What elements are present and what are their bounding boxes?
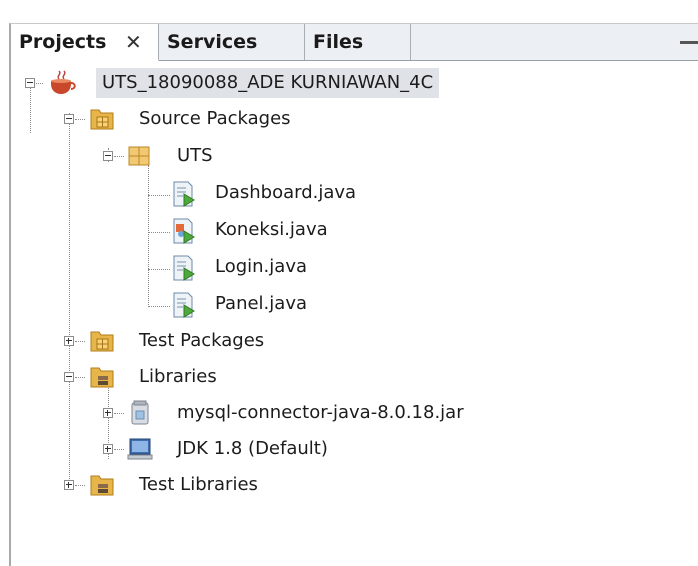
tab-services-label: Services xyxy=(167,31,258,53)
project-name: UTS_18090088_ADE KURNIAWAN_4C xyxy=(96,68,440,98)
test-packages-label: Test Packages xyxy=(139,330,265,351)
tree-row-libraries[interactable]: Libraries xyxy=(11,362,698,392)
jar-icon xyxy=(131,400,149,425)
tree-line xyxy=(75,119,85,120)
expand-toggle[interactable] xyxy=(64,480,74,490)
jdk-icon xyxy=(127,438,153,460)
file-name: Dashboard.java xyxy=(215,182,357,203)
tree-row-file[interactable]: Koneksi.java xyxy=(11,215,698,245)
tab-services[interactable]: Services xyxy=(159,24,305,60)
package-folder-icon xyxy=(90,109,114,130)
java-file-icon xyxy=(173,255,195,281)
library-name: JDK 1.8 (Default) xyxy=(177,438,328,459)
file-name: Login.java xyxy=(215,256,307,277)
tree-row-package-uts[interactable]: UTS xyxy=(11,141,698,171)
tree-row-test-libraries[interactable]: Test Libraries xyxy=(11,470,698,500)
java-file-icon xyxy=(173,181,195,207)
tree-line xyxy=(75,377,85,378)
tree-line xyxy=(114,156,124,157)
java-file-icon xyxy=(173,292,195,318)
expand-toggle[interactable] xyxy=(64,336,74,346)
coffee-cup-icon xyxy=(51,70,76,94)
tree-line xyxy=(75,341,85,342)
tree-line xyxy=(36,83,43,84)
file-name: Panel.java xyxy=(215,293,307,314)
collapse-toggle[interactable] xyxy=(64,114,74,124)
tree-row-library[interactable]: JDK 1.8 (Default) xyxy=(11,434,698,464)
collapse-toggle[interactable] xyxy=(103,151,113,161)
package-folder-icon xyxy=(90,331,114,352)
tab-bar: Projects ✕ Services Files xyxy=(11,24,698,61)
tab-projects-label: Projects xyxy=(19,31,107,53)
tree-row-project[interactable]: UTS_18090088_ADE KURNIAWAN_4C xyxy=(11,68,698,98)
close-icon[interactable]: ✕ xyxy=(125,24,142,60)
tab-files[interactable]: Files xyxy=(305,24,411,60)
library-name: mysql-connector-java-8.0.18.jar xyxy=(177,402,464,423)
project-tree[interactable]: UTS_18090088_ADE KURNIAWAN_4C Source Pac… xyxy=(11,60,698,565)
tree-row-test-packages[interactable]: Test Packages xyxy=(11,326,698,356)
tab-projects[interactable]: Projects ✕ xyxy=(11,24,159,61)
file-name: Koneksi.java xyxy=(215,219,328,240)
collapse-toggle[interactable] xyxy=(25,78,35,88)
expand-toggle[interactable] xyxy=(103,444,113,454)
tree-line xyxy=(114,413,124,414)
tree-row-source-packages[interactable]: Source Packages xyxy=(11,104,698,134)
java-file-icon xyxy=(173,218,195,244)
tree-line xyxy=(75,485,85,486)
package-icon xyxy=(128,146,150,166)
libraries-label: Libraries xyxy=(139,366,217,387)
tab-files-label: Files xyxy=(313,31,364,53)
library-folder-icon xyxy=(90,475,114,496)
test-libraries-label: Test Libraries xyxy=(139,474,258,495)
tree-line xyxy=(114,449,124,450)
package-label: UTS xyxy=(177,145,213,166)
library-folder-icon xyxy=(90,367,114,388)
collapse-toggle[interactable] xyxy=(64,372,74,382)
tree-row-file[interactable]: Panel.java xyxy=(11,289,698,319)
projects-window: Projects ✕ Services Files UTS_18090088_A… xyxy=(9,23,698,566)
tree-row-library[interactable]: mysql-connector-java-8.0.18.jar xyxy=(11,398,698,428)
tree-row-file[interactable]: Dashboard.java xyxy=(11,178,698,208)
tree-row-file[interactable]: Login.java xyxy=(11,252,698,282)
expand-toggle[interactable] xyxy=(103,408,113,418)
minimize-icon[interactable] xyxy=(680,41,698,44)
source-packages-label: Source Packages xyxy=(139,108,291,129)
